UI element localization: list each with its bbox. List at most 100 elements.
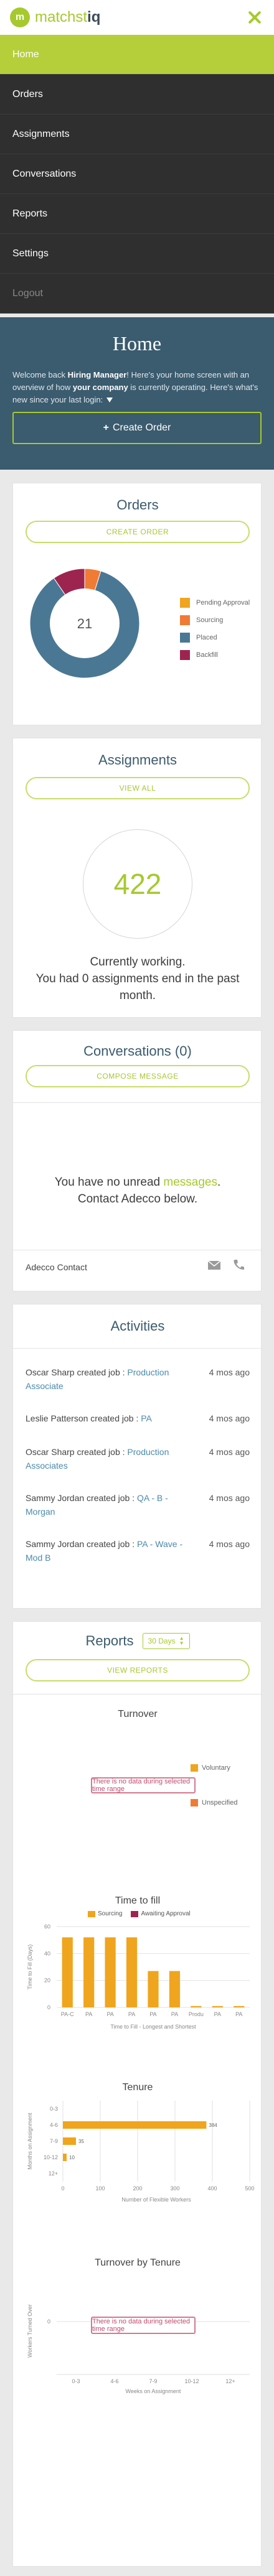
tenure-data-label: 10 [69,2155,75,2160]
legend-item: Sourcing [88,1910,122,1917]
activities-title: Activities [110,1318,165,1334]
activity-prefix: Oscar Sharp created job : [26,1447,128,1457]
logo-mark: m [10,7,30,27]
activity-item[interactable]: Sammy Jordan created job : PA - Wave - M… [26,1537,250,1566]
mail-icon[interactable] [207,1260,221,1271]
nav-item-assignments[interactable]: Assignments [0,114,274,154]
ttf-legend: Sourcing Awaiting Approval [88,1910,191,1917]
activity-prefix: Sammy Jordan created job : [26,1493,137,1503]
reports-header: Reports 30 Days ▲ ▼ [13,1633,262,1649]
side-menu: Home Orders Assignments Conversations Re… [0,35,274,314]
legend-item: Backfill [180,646,250,664]
turnover-legend-item: Unspecified [191,1797,237,1808]
activity-item[interactable]: Oscar Sharp created job : Production Ass… [26,1445,250,1474]
plus-icon: + [103,422,109,433]
nav-item-orders[interactable]: Orders [0,75,274,114]
assignments-status: Currently working. You had 0 assignments… [26,954,250,1004]
y-tick-label: 0 [47,2004,50,2011]
ttf-bar [126,1937,138,2007]
ttf-chart: 0 20 40 60 PA-C PA PA PA PA PA Produ PA PA Time to Fi… [27,1923,250,2030]
y-tick-label: 0-3 [50,2106,58,2112]
x-tick-label: 100 [95,2185,105,2192]
legend-label: Sourcing [196,616,224,624]
legend-swatch [131,1910,139,1917]
activity-item[interactable]: Leslie Patterson created job : PA 4 mos a… [26,1411,250,1426]
compose-message-button[interactable]: COMPOSE MESSAGE [26,1065,250,1087]
create-order-button[interactable]: + Create Order [12,412,262,444]
reports-card: Reports 30 Days ▲ ▼ VIEW REPORTS Turnover … [12,1621,262,2567]
tenure-data-label: 35 [78,2139,84,2144]
no-messages-text: You have no unread messages. Contact Ade… [26,1174,250,1207]
tenure-title: Tenure [122,2082,153,2093]
x-tick-label: PA [85,2011,92,2017]
activity-text: Sammy Jordan created job : PA - Wave - M… [26,1537,194,1565]
activity-text: Oscar Sharp created job : Production Ass… [26,1365,194,1393]
y-tick-label: 20 [44,1978,50,1984]
view-all-button[interactable]: VIEW ALL [26,777,250,799]
logo-text-b: iq [87,9,101,26]
y-tick-label: 4-6 [50,2122,58,2128]
activity-item[interactable]: Sammy Jordan created job : QA - B - Morg… [26,1491,250,1520]
activity-time: 4 mos ago [209,1493,250,1503]
x-tick-label: 300 [170,2185,179,2192]
reports-title: Reports [85,1633,134,1648]
no-messages-b: . [217,1176,221,1189]
ttf-bar [105,1937,116,2007]
tenure-bar [63,2137,76,2145]
phone-icon[interactable] [232,1258,245,1271]
create-order-label: Create Order [112,422,171,433]
x-tick-label: 7-9 [149,2378,157,2384]
nav-item-settings[interactable]: Settings [0,234,274,274]
legend-swatch [88,1910,95,1917]
orders-legend: Pending Approval Sourcing Placed Backfil… [180,594,250,664]
tbt-x-axis-label: Weeks on Assignment [126,2388,181,2394]
tenure-bar [63,2121,207,2129]
x-tick-label: PA [171,2011,178,2017]
nav-item-home[interactable]: Home [0,35,274,75]
legend-label: Sourcing [98,1910,123,1917]
activity-time: 4 mos ago [209,1367,250,1377]
assignments-title: Assignments [98,752,177,768]
tbt-y-axis-label: Workers Turned Over [27,2304,33,2358]
legend-swatch [180,598,190,608]
close-menu-icon[interactable] [245,8,264,27]
legend-item: Pending Approval [180,594,250,611]
page-title: Home [112,332,162,355]
activity-job-link[interactable]: PA [141,1413,152,1423]
legend-swatch [180,650,190,660]
nav-item-reports[interactable]: Reports [0,194,274,234]
activity-prefix: Sammy Jordan created job : [26,1539,137,1549]
select-arrows-icon: ▲ ▼ [179,1635,184,1646]
activity-text: Sammy Jordan created job : QA - B - Morg… [26,1491,194,1518]
legend-swatch [191,1764,198,1772]
contact-prompt: Contact Adecco below. [77,1193,198,1206]
legend-label: Voluntary [202,1764,230,1772]
activity-text: Leslie Patterson created job : PA [26,1411,194,1425]
y-tick-label: 0 [47,2318,50,2325]
conversations-card: Conversations (0) COMPOSE MESSAGE You ha… [12,1030,262,1291]
tenure-x-axis-label: Number of Flexible Workers [121,2197,191,2203]
legend-swatch [180,633,190,643]
y-tick-label: 7-9 [50,2138,58,2144]
date-range-select[interactable]: 30 Days ▲ ▼ [142,1633,190,1649]
turnover-no-data-notice: There is no data during selected time ra… [91,1777,196,1793]
activity-item[interactable]: Oscar Sharp created job : Production Ass… [26,1365,250,1394]
x-tick-label: 500 [245,2185,254,2192]
nav-item-conversations[interactable]: Conversations [0,154,274,194]
legend-label: Pending Approval [196,599,250,607]
view-reports-button[interactable]: VIEW REPORTS [26,1659,250,1681]
tenure-chart: 0 100 200 300 400 500 0-3 4-6 384 7-9 35 10-12 10 12+… [27,2101,255,2203]
divider [13,1348,262,1349]
matchstiq-logo[interactable]: m matchstiq [10,7,100,27]
legend-label: Backfill [196,651,218,659]
y-tick-label: 40 [44,1950,50,1956]
nav-item-logout[interactable]: Logout [0,274,274,314]
activity-time: 4 mos ago [209,1539,250,1549]
assignments-ring: 422 [83,829,192,939]
divider [13,1694,262,1695]
x-tick-label: PA [128,2011,135,2017]
x-tick-label: 200 [133,2185,142,2192]
messages-link[interactable]: messages [163,1176,217,1189]
activity-time: 4 mos ago [209,1413,250,1423]
create-order-small-button[interactable]: CREATE ORDER [26,521,250,543]
